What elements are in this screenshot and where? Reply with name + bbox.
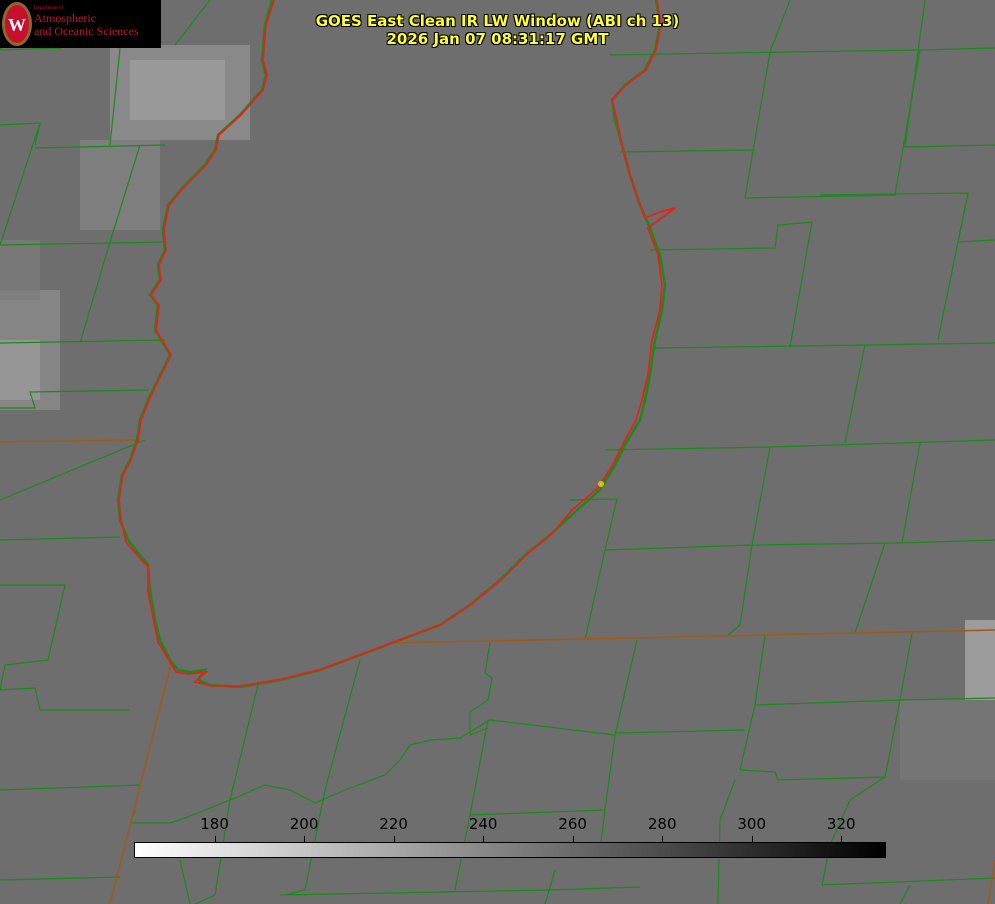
colorbar-tick — [751, 836, 753, 842]
colorbar-tick-label: 240 — [468, 815, 498, 833]
colorbar-tick-label: 280 — [647, 815, 677, 833]
city-marker — [598, 481, 604, 487]
image-timestamp: 2026 Jan 07 08:31:17 GMT — [386, 30, 609, 48]
colorbar-tick — [841, 836, 843, 842]
colorbar-tick-label: 320 — [826, 815, 856, 833]
colorbar-tick-label: 180 — [200, 815, 229, 833]
colorbar-tick-label: 260 — [558, 815, 587, 833]
colorbar-tick-label: 300 — [737, 815, 767, 833]
colorbar-tick — [304, 836, 306, 842]
colorbar-tick — [214, 836, 216, 842]
satellite-map[interactable] — [0, 0, 995, 904]
colorbar-tick — [662, 836, 664, 842]
cloud-patches — [0, 45, 995, 780]
colorbar-tick — [572, 836, 574, 842]
state-boundaries — [0, 439, 995, 904]
image-title: GOES East Clean IR LW Window (ABI ch 13) — [315, 12, 680, 30]
colorbar-tick — [393, 836, 395, 842]
colorbar-tick-label: 220 — [379, 815, 408, 833]
colorbar-tick — [483, 836, 485, 842]
colorbar — [134, 842, 886, 858]
colorbar-tick-label: 200 — [289, 815, 319, 833]
